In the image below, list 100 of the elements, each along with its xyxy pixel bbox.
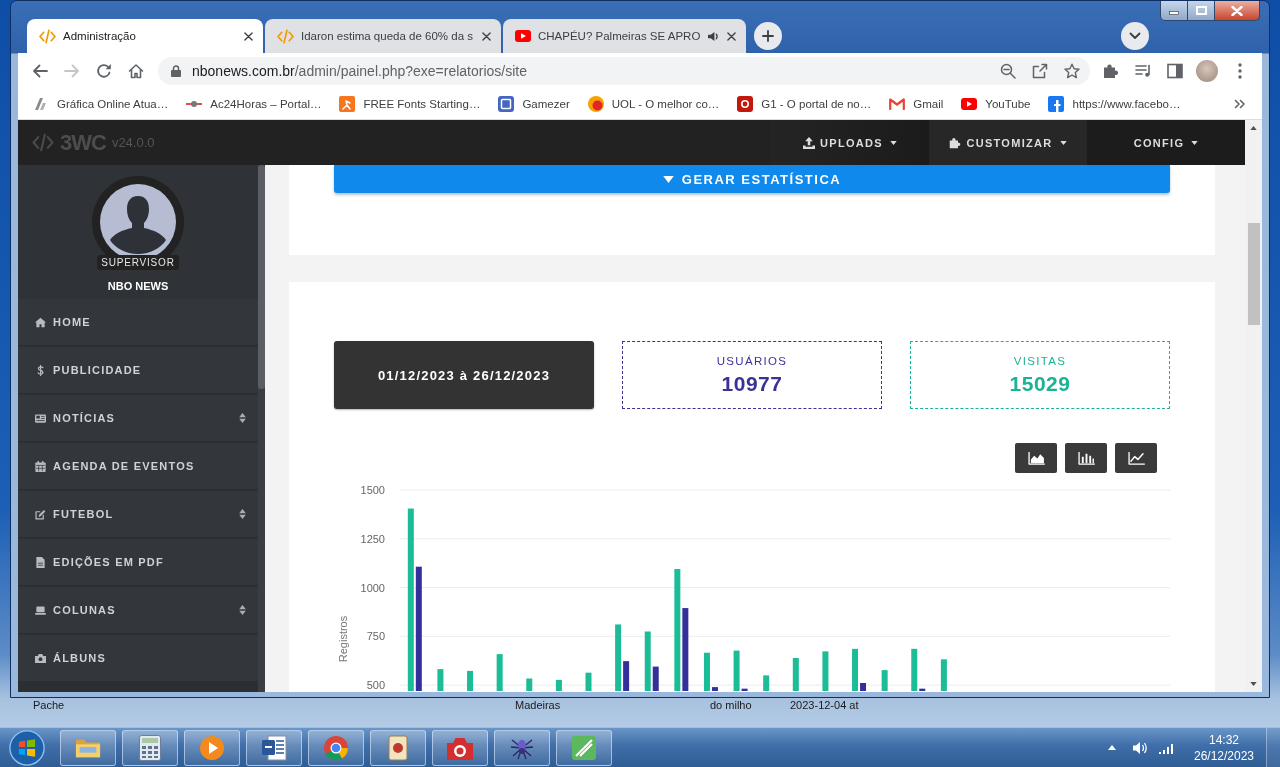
- address-text[interactable]: nbonews.com.br/admin/painel.php?exe=relatorios/site: [192, 63, 984, 79]
- clock-time[interactable]: 14:32: [1209, 731, 1239, 748]
- scroll-down-icon[interactable]: [1250, 682, 1257, 686]
- sidebar-item[interactable]: NOTÍCIAS: [18, 395, 258, 441]
- sidebar-item[interactable]: ÁLBUNS: [18, 635, 258, 681]
- signal-icon[interactable]: [1158, 741, 1174, 754]
- new-tab-button[interactable]: [754, 22, 783, 50]
- chart-type-button[interactable]: [1115, 443, 1157, 473]
- scroll-up-icon[interactable]: [1250, 126, 1257, 130]
- bookmark-link[interactable]: YouTube: [955, 92, 1037, 116]
- bar: [496, 654, 503, 691]
- date-range: 01/12/2023 à 26/12/2023: [334, 341, 594, 409]
- line-chart-icon: [1127, 451, 1145, 465]
- site-logo-icon: [339, 96, 356, 112]
- chart-type-button[interactable]: [1015, 443, 1057, 473]
- taskbar-button[interactable]: [432, 729, 488, 766]
- bookmark-link[interactable]: Gmail: [883, 92, 950, 116]
- card-icon: [385, 734, 411, 761]
- puzzle-icon[interactable]: [1103, 63, 1119, 79]
- browser-tab[interactable]: Idaron estima queda de 60% da s: [265, 19, 501, 53]
- menu-icon[interactable]: [1238, 63, 1242, 79]
- speaker-icon[interactable]: [1132, 740, 1148, 755]
- profile-avatar[interactable]: [1196, 60, 1218, 82]
- close-icon[interactable]: [244, 31, 253, 41]
- show-desktop-button[interactable]: [1266, 728, 1280, 767]
- nav-menu[interactable]: CUSTOMIZAR: [929, 120, 1087, 165]
- bookmark-link[interactable]: FREE Fonts Starting…: [333, 92, 487, 116]
- close-icon: [1231, 5, 1243, 16]
- nav-menu[interactable]: CONFIG: [1087, 120, 1245, 165]
- reload-icon[interactable]: [96, 63, 112, 79]
- bar: [467, 670, 474, 691]
- tab-search-button[interactable]: [1121, 22, 1149, 50]
- taskbar-button[interactable]: [308, 729, 364, 766]
- tick-label: 750: [366, 630, 385, 643]
- chart-type-button[interactable]: [1065, 443, 1107, 473]
- share-icon[interactable]: [1032, 63, 1048, 79]
- laptop-icon: [35, 604, 46, 616]
- bookmark-link[interactable]: G1 - O portal de no…: [731, 92, 878, 116]
- address-bar[interactable]: nbonews.com.br/admin/painel.php?exe=relatorios/site: [158, 57, 1090, 85]
- play-icon: [199, 734, 225, 761]
- taskbar-button[interactable]: [246, 729, 302, 766]
- chevron-up-icon[interactable]: [1108, 745, 1116, 750]
- sidebar-item[interactable]: EDIÇÕES EM PDF: [18, 539, 258, 585]
- calendar-icon: [35, 460, 46, 472]
- taskbar-button[interactable]: [556, 729, 612, 766]
- scrollbar-thumb[interactable]: [1247, 223, 1260, 325]
- close-icon[interactable]: [482, 31, 491, 41]
- stat-label: USUÁRIOS: [716, 354, 788, 367]
- minimize-button[interactable]: [1160, 1, 1188, 21]
- bookmark-link[interactable]: Ac24Horas – Portal…: [180, 92, 328, 116]
- site-logo-icon: [1048, 96, 1065, 112]
- zoom-out-icon[interactable]: [1000, 63, 1016, 79]
- taskbar-button[interactable]: [184, 729, 240, 766]
- browser-tab[interactable]: CHAPÉU? Palmeiras SE APRO: [503, 19, 747, 53]
- bar: [585, 672, 592, 691]
- back-arrow-icon[interactable]: [32, 63, 48, 79]
- taskbar-button[interactable]: [494, 729, 550, 766]
- sidebar-item[interactable]: FUTEBOL: [18, 491, 258, 537]
- bookmark-link[interactable]: https://www.facebo…: [1042, 92, 1187, 116]
- sidebar-item[interactable]: AGENDA DE EVENTOS: [18, 443, 258, 489]
- caret-icon: [1191, 140, 1199, 145]
- desktop-icon-label[interactable]: Madeiras: [515, 699, 561, 712]
- home-icon[interactable]: [128, 63, 144, 79]
- taskbar-button[interactable]: [122, 729, 178, 766]
- desktop-icon-label[interactable]: 2023-12-04 at: [790, 699, 859, 712]
- sidebar-item[interactable]: PUBLICIDADE: [18, 347, 258, 393]
- scrollbar-thumb[interactable]: [258, 165, 265, 389]
- tick-label: 1500: [360, 484, 385, 496]
- desktop-icon-label[interactable]: Pache: [33, 699, 65, 712]
- minimize-icon: [1169, 11, 1179, 15]
- sidebar-item[interactable]: HOME: [18, 299, 258, 345]
- play-icon: [961, 98, 978, 110]
- bookmark-link[interactable]: Gamezer: [492, 92, 576, 116]
- code-icon: [277, 28, 294, 44]
- double-chevron-icon[interactable]: [1234, 99, 1246, 109]
- site-logo-icon: [33, 96, 49, 112]
- maximize-button[interactable]: [1188, 1, 1215, 21]
- star-icon[interactable]: [1064, 63, 1080, 79]
- close-button[interactable]: [1215, 1, 1260, 21]
- file-icon: [35, 556, 46, 568]
- plus-icon: [762, 30, 775, 42]
- clock-date[interactable]: 26/12/2023: [1193, 747, 1255, 764]
- desktop-icon-label[interactable]: do milho: [710, 699, 752, 712]
- role-badge: SUPERVISOR: [97, 255, 179, 270]
- taskbar-button[interactable]: [370, 729, 426, 766]
- bookmark-link[interactable]: Gráfica Online Atua…: [27, 92, 175, 116]
- bookmark-link[interactable]: UOL - O melhor co…: [581, 92, 726, 116]
- puzzle-icon: [949, 136, 962, 149]
- sidebar-item[interactable]: COLUNAS: [18, 587, 258, 633]
- speaker-icon[interactable]: [707, 30, 721, 42]
- generate-button[interactable]: GERAR ESTATÍSTICA: [334, 165, 1170, 193]
- upload-icon: [803, 136, 816, 149]
- side-panel-icon[interactable]: [1167, 63, 1183, 79]
- lock-icon[interactable]: [171, 65, 181, 77]
- taskbar-button[interactable]: [60, 729, 116, 766]
- browser-tab[interactable]: Administração: [27, 19, 263, 53]
- playlist-icon[interactable]: [1135, 63, 1151, 79]
- caret-icon: [1059, 140, 1067, 145]
- tick-label: 1000: [360, 581, 385, 594]
- close-icon[interactable]: [727, 31, 737, 41]
